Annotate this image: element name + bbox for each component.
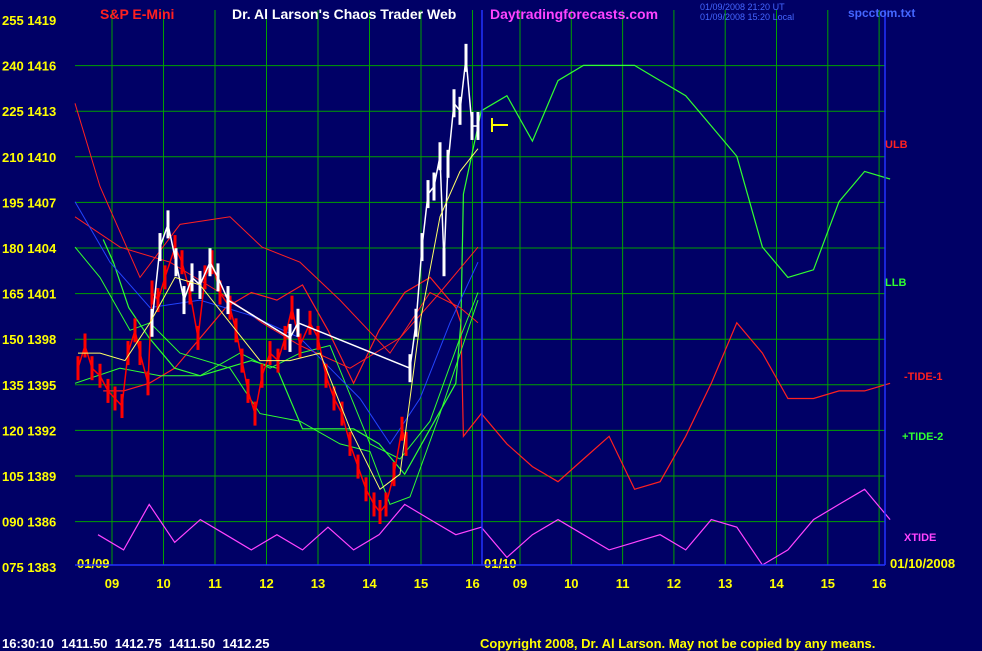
y-tick-label: 090 1386	[2, 515, 56, 530]
date-label: 01/10/2008	[890, 556, 955, 571]
footer-quote: 16:30:10 1411.50 1412.75 1411.50 1412.25	[2, 636, 270, 651]
x-tick-label: 13	[311, 576, 325, 591]
y-tick-label: 195 1407	[2, 195, 56, 210]
x-tick-label: 15	[821, 576, 835, 591]
series-label: LLB	[885, 277, 906, 289]
x-tick-label: 16	[465, 576, 479, 591]
x-tick-label: 09	[105, 576, 119, 591]
x-tick-label: 13	[718, 576, 732, 591]
y-tick-label: 225 1413	[2, 104, 56, 119]
y-tick-label: 120 1392	[2, 423, 56, 438]
x-tick-label: 14	[769, 576, 784, 591]
x-tick-label: 15	[414, 576, 428, 591]
x-tick-label: 16	[872, 576, 886, 591]
chart-symbol: S&P E-Mini	[100, 6, 175, 22]
chart-title: Dr. Al Larson's Chaos Trader Web	[232, 6, 457, 22]
chart: 255 1419 240 1416 225 1413 210 1410 195 1407…	[0, 0, 982, 650]
chart-background	[0, 0, 982, 650]
y-tick-label: 165 1401	[2, 287, 56, 302]
x-tick-label: 12	[667, 576, 681, 591]
x-tick-label: 14	[362, 576, 377, 591]
x-tick-label: 10	[564, 576, 578, 591]
series-label: +TIDE-2	[902, 431, 943, 443]
series-label: XTIDE	[904, 532, 936, 544]
series-label: -TIDE-1	[904, 371, 943, 383]
x-tick-label: 10	[156, 576, 170, 591]
footer-copyright: Copyright 2008, Dr. Al Larson. May not b…	[480, 636, 876, 651]
chart-filename: spcctom.txt	[848, 6, 916, 20]
y-tick-label: 240 1416	[2, 59, 56, 74]
chart-site: Daytradingforecasts.com	[490, 6, 659, 22]
chart-stamp-line2: 01/09/2008 15:20 Local	[700, 12, 795, 22]
y-tick-label: 210 1410	[2, 150, 56, 165]
y-tick-label: 150 1398	[2, 332, 56, 347]
y-tick-label: 255 1419	[2, 13, 56, 28]
date-label: 01/09	[77, 556, 110, 571]
x-tick-label: 12	[259, 576, 273, 591]
chart-stamp-line1: 01/09/2008 21:20 UT	[700, 2, 785, 12]
y-tick-label: 105 1389	[2, 469, 56, 484]
x-tick-label: 11	[616, 576, 630, 591]
x-tick-label: 11	[208, 576, 222, 591]
series-label: ULB	[885, 139, 908, 151]
y-tick-label: 135 1395	[2, 378, 56, 393]
y-tick-label: 180 1404	[2, 241, 57, 256]
date-label: 01/10	[484, 556, 517, 571]
y-tick-label: 075 1383	[2, 560, 56, 575]
x-tick-label: 09	[513, 576, 527, 591]
